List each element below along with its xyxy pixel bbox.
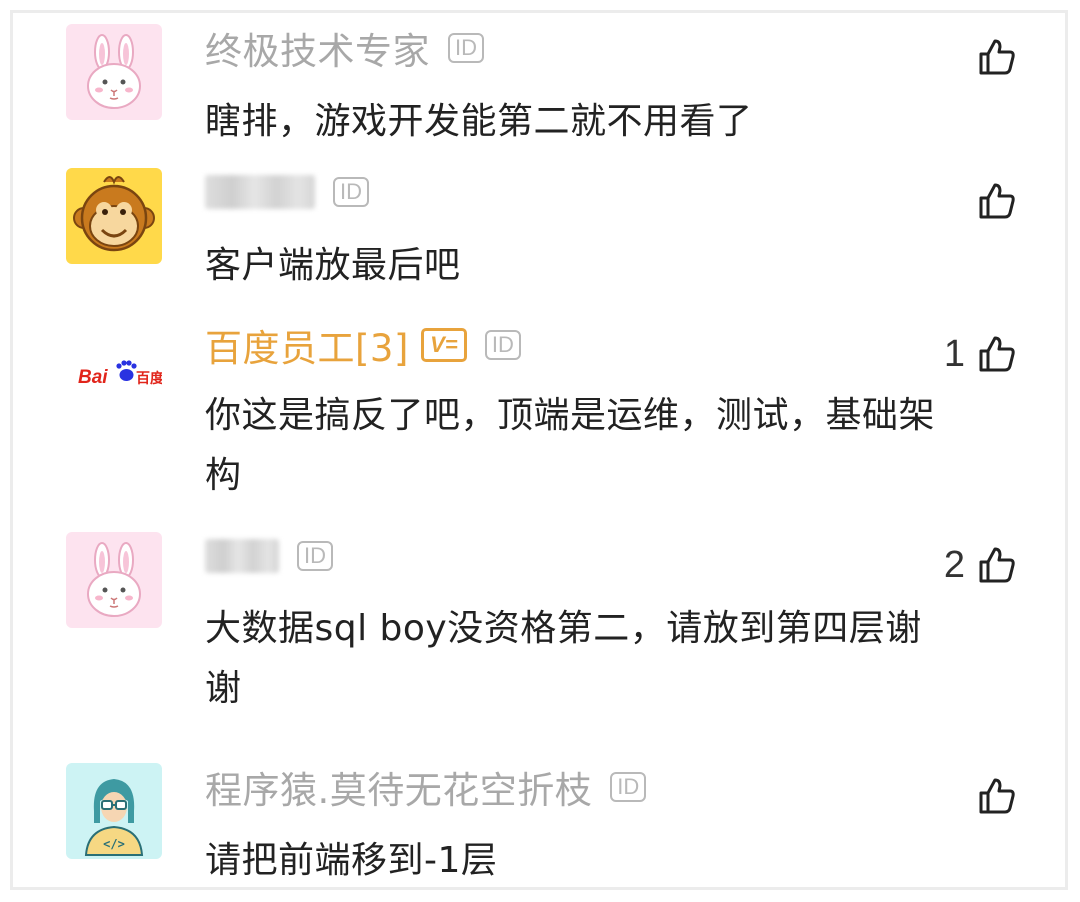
like-button[interactable]: 2	[944, 543, 1017, 587]
rabbit-avatar[interactable]	[66, 24, 162, 120]
id-badge: ID	[448, 33, 484, 63]
id-badge: ID	[484, 330, 521, 360]
comment-text: 你这是搞反了吧，顶端是运维，测试，基础架构	[205, 395, 936, 496]
id-badge: ID	[610, 772, 647, 802]
code-label: </>	[103, 837, 125, 851]
verified-badge: V=	[420, 328, 467, 362]
baidu-logo-text: Bai	[78, 367, 108, 388]
rabbit-avatar[interactable]	[66, 532, 162, 628]
username-row: ID	[205, 166, 369, 218]
comment-text: 大数据sql boy没资格第二，请放到第四层谢谢	[205, 608, 922, 709]
like-button[interactable]: 1	[944, 332, 1017, 376]
like-count: 2	[943, 543, 965, 586]
baidu-logo-avatar[interactable]: Bai 百度	[66, 321, 162, 417]
username-redacted[interactable]	[205, 175, 315, 209]
thumbs-up-icon	[977, 181, 1017, 221]
programmer-avatar[interactable]: </>	[66, 763, 162, 859]
comment-text: 请把前端移到-1层	[205, 840, 498, 881]
username-row: ID	[205, 530, 333, 582]
like-count: 1	[943, 332, 965, 375]
comment-text: 客户端放最后吧	[205, 245, 461, 286]
like-button[interactable]	[965, 179, 1017, 223]
id-badge: ID	[333, 177, 369, 207]
like-button[interactable]	[965, 35, 1017, 79]
username-redacted[interactable]	[205, 539, 279, 573]
thumbs-up-icon	[977, 776, 1017, 816]
username-row: 百度员工[3] V= ID	[205, 319, 521, 371]
thumbs-up-icon	[977, 334, 1017, 374]
monkey-avatar[interactable]	[66, 168, 162, 264]
username-row: 程序猿.莫待无花空折枝 ID	[205, 760, 647, 814]
username[interactable]: 百度员工[3]	[205, 318, 409, 372]
comment-list: 终极技术专家 ID 瞎排，游戏开发能第二就不用看了 ID 客户端放最后吧 Bai…	[10, 10, 1068, 890]
username-row: 终极技术专家 ID	[205, 22, 484, 74]
comment-text: 瞎排，游戏开发能第二就不用看了	[205, 101, 753, 142]
thumbs-up-icon	[977, 37, 1017, 77]
thumbs-up-icon	[977, 545, 1017, 585]
username[interactable]: 终极技术专家	[205, 21, 430, 75]
baidu-logo-cn: 百度	[136, 370, 162, 387]
like-button[interactable]	[965, 774, 1017, 818]
username[interactable]: 程序猿.莫待无花空折枝	[205, 760, 592, 814]
id-badge: ID	[297, 541, 333, 571]
